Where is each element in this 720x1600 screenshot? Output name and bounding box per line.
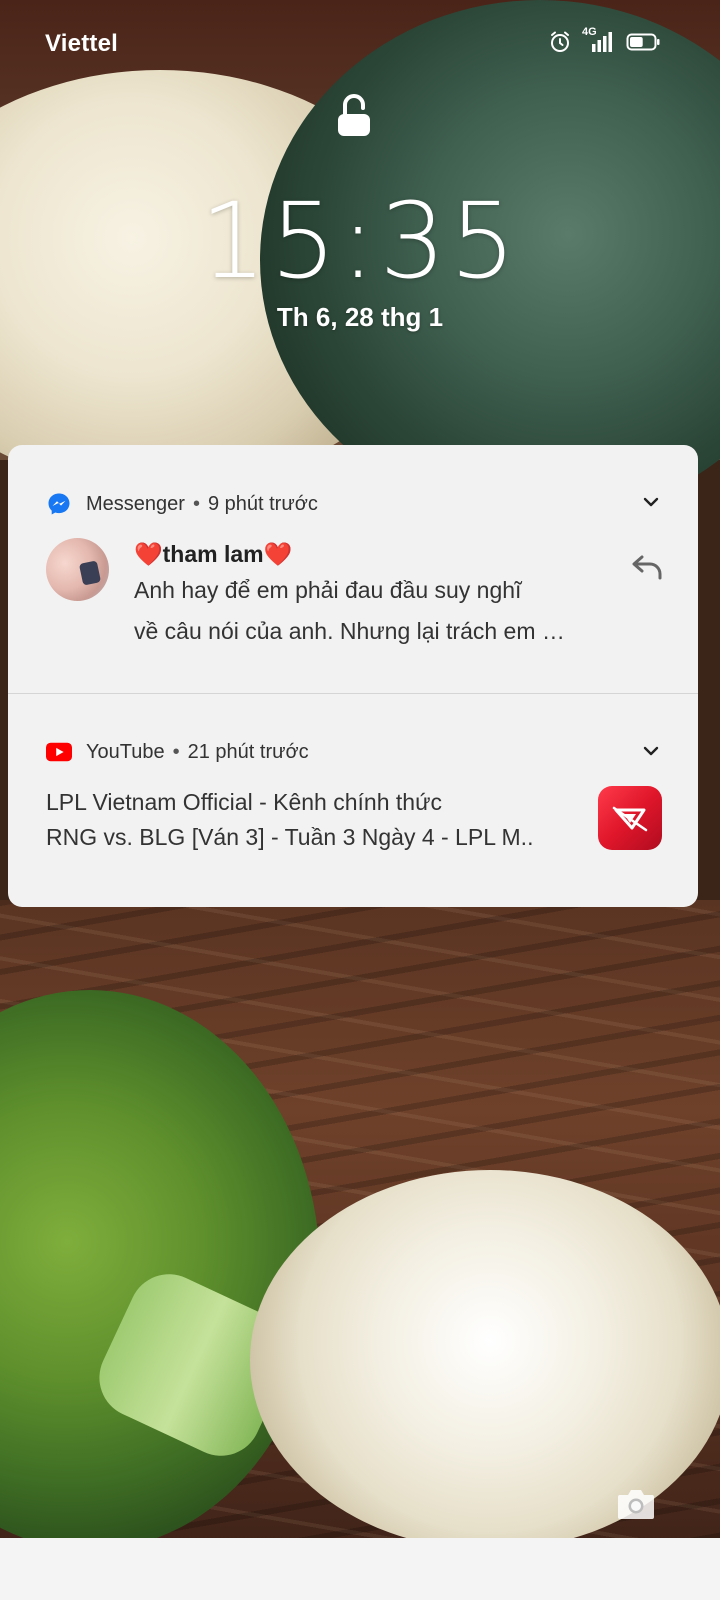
- notification-time: 9 phút trước: [207, 492, 318, 515]
- sender-name: ❤️tham lam❤️: [134, 541, 293, 567]
- message-preview-line-2: về câu nói của anh. Nhưng lại trách em …: [134, 618, 565, 644]
- battery-icon: [626, 32, 660, 52]
- lpl-logo-icon: [598, 786, 662, 850]
- notification-messenger[interactable]: Messenger • 9 phút trước ❤️tham lam❤️ An…: [8, 445, 698, 693]
- app-name: Messenger: [86, 492, 185, 515]
- reply-icon[interactable]: [630, 553, 664, 586]
- padlock-unlocked-icon[interactable]: [336, 94, 372, 143]
- messenger-icon: [46, 491, 72, 517]
- notification-panel: Messenger • 9 phút trước ❤️tham lam❤️ An…: [8, 445, 698, 907]
- chevron-down-icon[interactable]: [642, 744, 660, 762]
- chevron-down-icon[interactable]: [642, 495, 660, 513]
- notification-header: Messenger • 9 phút trước: [46, 491, 318, 517]
- camera-icon[interactable]: [616, 1486, 656, 1527]
- avatar: [46, 538, 109, 601]
- notification-text: RNG vs. BLG [Ván 3] - Tuần 3 Ngày 4 - LP…: [46, 824, 534, 850]
- notification-time: 21 phút trước: [187, 740, 309, 763]
- bottom-strip: [0, 1538, 720, 1600]
- alarm-icon: [548, 30, 572, 54]
- status-bar: Viettel 4G: [0, 0, 720, 88]
- message-preview-line-1: Anh hay để em phải đau đầu suy nghĩ: [134, 577, 522, 603]
- notification-header: YouTube • 21 phút trước: [46, 739, 309, 765]
- lock-screen-clock: 15:35: [200, 180, 520, 302]
- lock-screen-date: Th 6, 28 thg 1: [276, 302, 444, 332]
- notification-youtube[interactable]: YouTube • 21 phút trước LPL Vietnam Offi…: [8, 694, 698, 907]
- mobile-signal-4g-icon: 4G: [582, 26, 614, 54]
- carrier-name: Viettel: [45, 30, 118, 57]
- app-name: YouTube: [86, 740, 165, 763]
- status-icons: 4G: [548, 26, 660, 54]
- youtube-icon: [46, 739, 72, 765]
- notification-title: LPL Vietnam Official - Kênh chính thức: [46, 789, 442, 815]
